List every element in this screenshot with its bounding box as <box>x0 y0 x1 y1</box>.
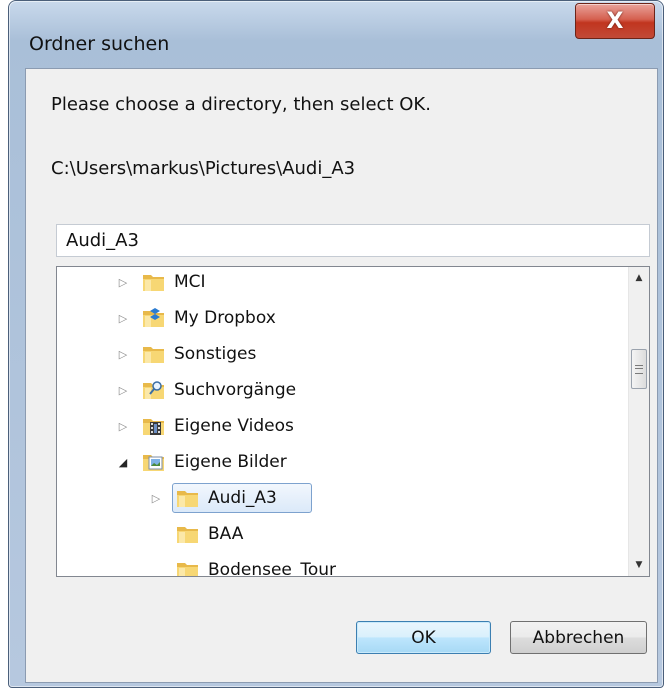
tree-item-label: MCI <box>174 272 206 292</box>
folder-icon <box>177 563 198 576</box>
tree-item-suchvorgaenge[interactable]: ▷ Suchvorgänge <box>57 375 629 405</box>
tree-item-label: My Dropbox <box>174 308 276 328</box>
folder-icon <box>143 347 164 363</box>
searches-folder-icon <box>143 381 164 399</box>
expand-arrow-icon[interactable]: ▷ <box>116 383 130 397</box>
tree-item-label: Sonstiges <box>174 344 257 364</box>
dialog-client-area: Please choose a directory, then select O… <box>25 68 658 683</box>
pictures-folder-icon <box>143 455 164 471</box>
tree-item-label: Eigene Videos <box>174 416 294 436</box>
tree-item-baa[interactable]: BAA <box>57 519 629 549</box>
tree-item-label: BAA <box>208 524 244 544</box>
expand-arrow-icon[interactable]: ▷ <box>116 275 130 289</box>
instruction-text: Please choose a directory, then select O… <box>51 94 431 115</box>
window-title: Ordner suchen <box>29 33 170 55</box>
folder-icon <box>177 491 198 507</box>
folder-name-input[interactable] <box>56 224 650 257</box>
scroll-up-arrow-icon[interactable]: ▲ <box>629 267 649 289</box>
tree-item-label: Suchvorgänge <box>174 380 297 400</box>
folder-icon <box>177 527 198 543</box>
collapse-arrow-icon[interactable]: ◢ <box>116 455 130 469</box>
folder-icon <box>143 275 164 291</box>
dropbox-folder-icon <box>143 308 164 327</box>
close-button[interactable]: X <box>575 3 655 39</box>
tree-item-my-dropbox[interactable]: ▷ My Dropbox <box>57 303 629 333</box>
expand-arrow-icon[interactable]: ▷ <box>116 347 130 361</box>
folder-tree[interactable]: ▷ MCI ▷ My Dropbox ▷ Sonstiges ▷ Suchvor… <box>56 266 650 577</box>
vertical-scrollbar[interactable]: ▲ ▼ <box>628 267 649 576</box>
ok-button[interactable]: OK <box>356 621 491 654</box>
tree-item-eigene-bilder[interactable]: ◢ Eigene Bilder <box>57 447 629 477</box>
scrollbar-thumb[interactable] <box>631 349 647 389</box>
expand-arrow-icon[interactable]: ▷ <box>116 311 130 325</box>
tree-item-audi-a3[interactable]: ▷ Audi_A3 <box>57 483 629 513</box>
cancel-button[interactable]: Abbrechen <box>510 621 647 654</box>
tree-item-sonstiges[interactable]: ▷ Sonstiges <box>57 339 629 369</box>
tree-item-label: Audi_A3 <box>208 488 277 508</box>
close-icon: X <box>606 8 624 34</box>
tree-item-label: Eigene Bilder <box>174 452 287 472</box>
expand-arrow-icon[interactable]: ▷ <box>149 491 163 505</box>
scroll-down-arrow-icon[interactable]: ▼ <box>629 554 649 576</box>
grip-icon <box>635 364 643 374</box>
tree-item-bodensee-tour[interactable]: Bodensee_Tour <box>57 555 629 577</box>
tree-item-eigene-videos[interactable]: ▷ Eigene Videos <box>57 411 629 441</box>
expand-arrow-icon[interactable]: ▷ <box>116 419 130 433</box>
tree-item-mci[interactable]: ▷ MCI <box>57 267 629 297</box>
dialog-window: Ordner suchen X Please choose a director… <box>8 0 664 688</box>
tree-item-label: Bodensee_Tour <box>208 560 337 577</box>
current-path: C:\Users\markus\Pictures\Audi_A3 <box>51 158 356 179</box>
videos-folder-icon <box>143 419 164 435</box>
